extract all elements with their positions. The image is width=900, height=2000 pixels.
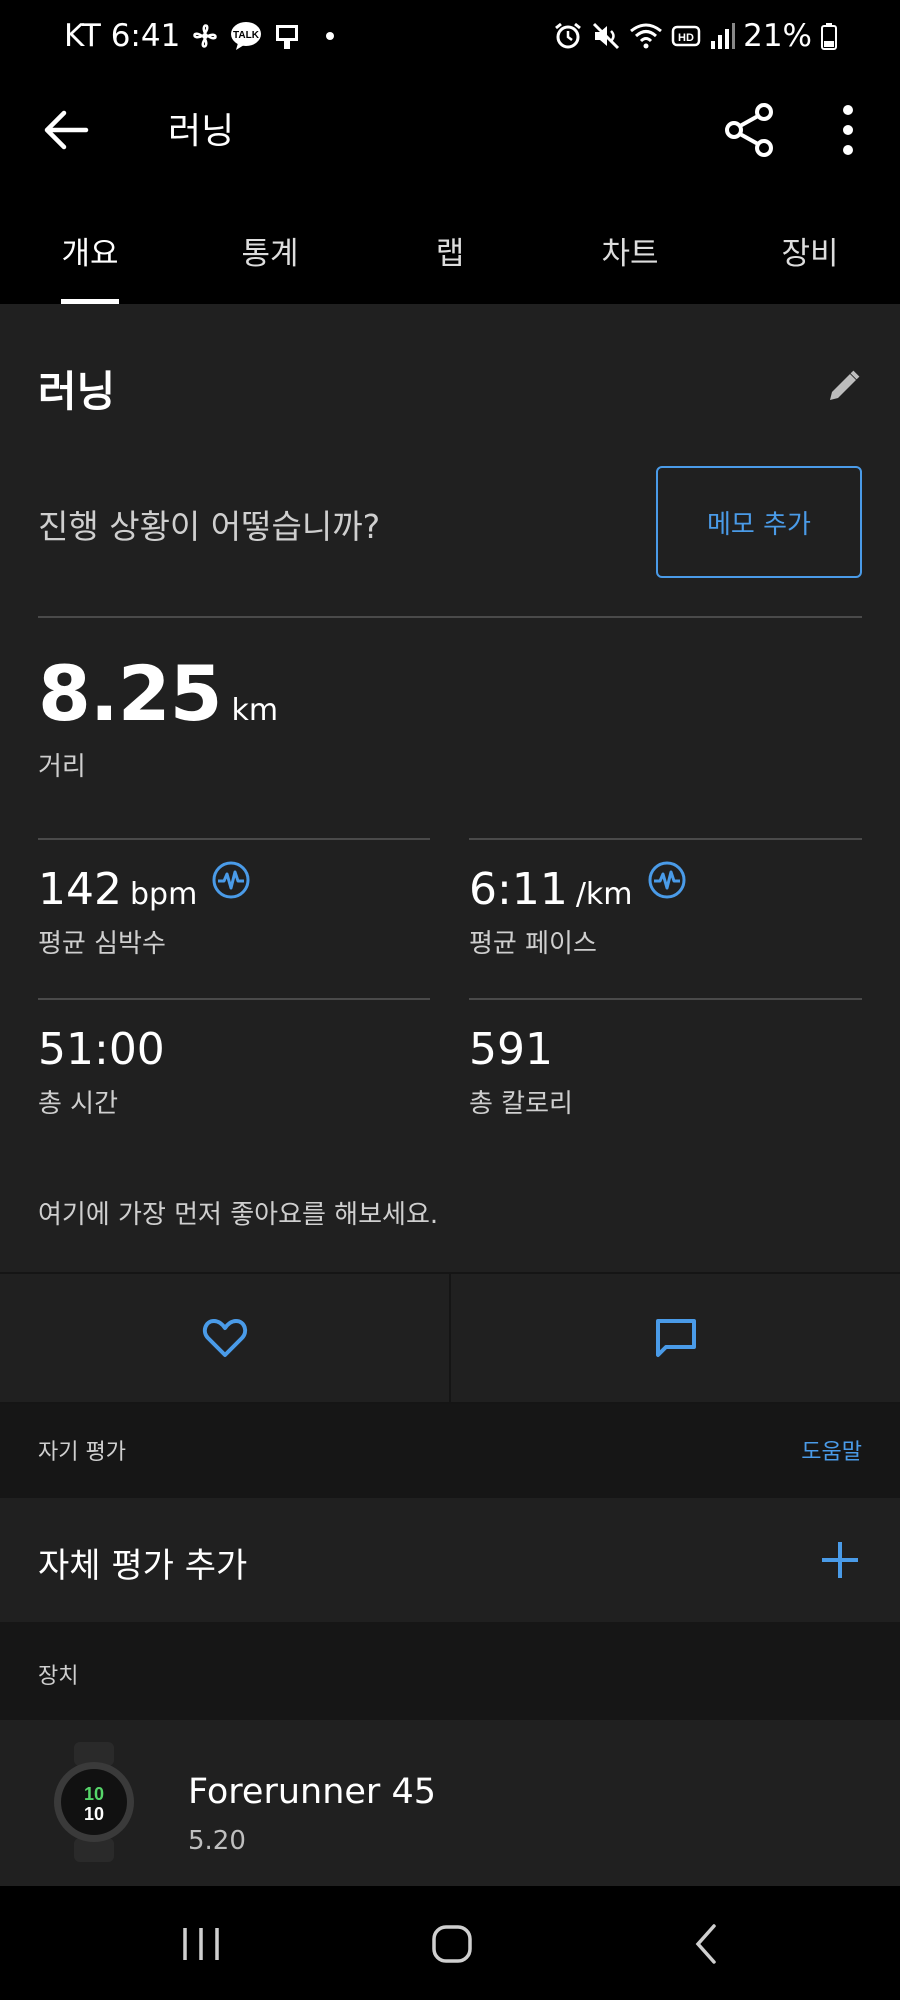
action-row (0, 1272, 900, 1404)
talk-icon: TALK (231, 22, 262, 50)
share-icon[interactable] (720, 100, 780, 160)
self-eval-header: 자기 평가 도움말 (0, 1404, 900, 1498)
distance-label: 거리 (38, 752, 86, 782)
stat-value: 6:11 (469, 864, 568, 915)
stat-unit: /km (575, 877, 633, 912)
more-vert-icon[interactable] (830, 100, 866, 160)
device-caption: 장치 (38, 1664, 79, 1689)
heart-icon (202, 1319, 247, 1357)
activity-title: 러닝 (38, 367, 116, 416)
tab-gear[interactable]: 장비 (720, 192, 900, 304)
svg-text:TALK: TALK (233, 30, 260, 41)
divider (38, 998, 430, 1000)
plus-icon[interactable] (818, 1538, 862, 1582)
device-row[interactable]: 10 10 Forerunner 45 5.20 (0, 1720, 900, 1886)
stat-label: 총 시간 (38, 1089, 119, 1119)
pinwheel-icon (193, 24, 218, 48)
stat-value: 591 (469, 1024, 553, 1075)
stat-label: 평균 페이스 (469, 929, 597, 959)
like-prompt: 여기에 가장 먼저 좋아요를 해보세요. (38, 1200, 439, 1230)
divider (38, 616, 862, 618)
content-area: 러닝 진행 상황이 어떻습니까? 메모 추가 8.25 km 거리 142 bp… (0, 304, 900, 1886)
watch-image: 10 10 (54, 1742, 134, 1862)
add-self-eval-row[interactable]: 자체 평가 추가 (0, 1498, 900, 1622)
divider (469, 998, 862, 1000)
divider (469, 838, 862, 840)
device-version: 5.20 (188, 1826, 246, 1856)
stat-value: 142 (38, 864, 122, 915)
comment-button[interactable] (449, 1274, 900, 1402)
heart-rate-icon[interactable] (211, 860, 251, 900)
help-link[interactable]: 도움말 (801, 1434, 862, 1466)
device-icon (276, 25, 299, 49)
wifi-icon (630, 23, 663, 49)
stat-total-calories: 591 총 칼로리 (469, 1024, 863, 1120)
device-header: 장치 (0, 1622, 900, 1720)
app-bar: 러닝 (0, 72, 900, 180)
battery-percent: 21% (743, 18, 812, 54)
divider (38, 838, 430, 840)
self-eval-caption: 자기 평가 (38, 1440, 126, 1465)
stat-avg-pace: 6:11 /km 평균 페이스 (469, 861, 863, 960)
notification-dot (326, 32, 335, 40)
heart-rate-icon[interactable] (647, 860, 687, 900)
hd-icon: HD (671, 25, 701, 47)
back-icon[interactable] (676, 1914, 736, 1974)
watch-face-time: 10 (84, 1784, 104, 1804)
like-button[interactable] (0, 1274, 449, 1402)
mute-icon (593, 22, 620, 50)
tab-bar: 개요 통계 랩 차트 장비 (0, 192, 900, 304)
home-icon[interactable] (422, 1914, 482, 1974)
tab-overview[interactable]: 개요 (0, 192, 180, 304)
stat-label: 평균 심박수 (38, 929, 166, 959)
status-bar: KT 6:41 TALK HD 21% (0, 0, 900, 72)
system-nav-bar (0, 1886, 900, 2000)
page-title: 러닝 (168, 111, 235, 152)
add-self-eval-label: 자체 평가 추가 (38, 1546, 248, 1586)
stat-label: 총 칼로리 (469, 1089, 573, 1119)
device-name: Forerunner 45 (188, 1772, 436, 1812)
alarm-icon (555, 22, 582, 49)
battery-icon (821, 23, 837, 50)
status-right: HD 21% (553, 18, 838, 54)
comment-icon (655, 1319, 696, 1357)
add-memo-button[interactable]: 메모 추가 (656, 466, 862, 578)
distance-number: 8.25 (38, 649, 223, 738)
signal-icon (711, 23, 736, 49)
tab-charts[interactable]: 차트 (540, 192, 720, 304)
edit-pencil-icon[interactable] (826, 368, 862, 404)
stat-total-time: 51:00 총 시간 (38, 1024, 432, 1120)
status-left: KT 6:41 TALK (64, 18, 335, 54)
distance-value: 8.25 km (38, 649, 278, 738)
stat-value: 51:00 (38, 1024, 165, 1075)
distance-unit: km (231, 693, 279, 728)
stat-unit: bpm (129, 877, 198, 912)
stat-avg-heart-rate: 142 bpm 평균 심박수 (38, 861, 432, 960)
svg-text:HD: HD (678, 32, 694, 44)
tab-stats[interactable]: 통계 (180, 192, 360, 304)
watch-face-time: 10 (84, 1804, 104, 1824)
tab-laps[interactable]: 랩 (360, 192, 540, 304)
carrier-time: KT 6:41 (64, 18, 181, 54)
recent-apps-icon[interactable] (171, 1914, 231, 1974)
progress-prompt: 진행 상황이 어떻습니까? (38, 507, 381, 546)
back-arrow-icon[interactable] (38, 102, 94, 158)
